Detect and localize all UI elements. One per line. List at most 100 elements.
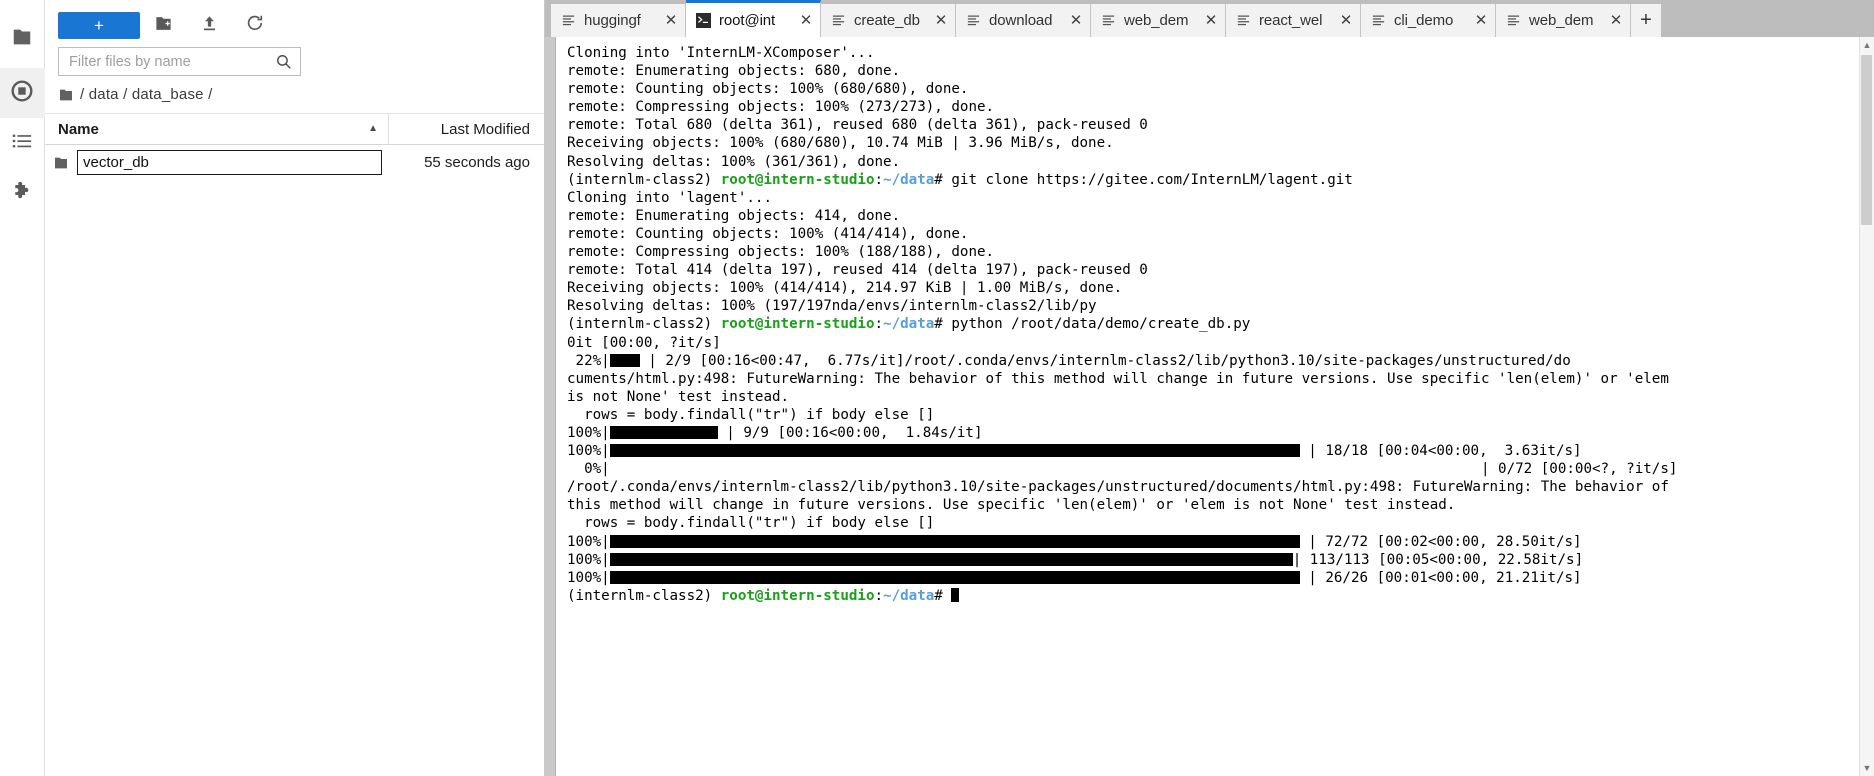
terminal-line-progress: 22%| | 2/9 [00:16<00:47, 6.77s/it]/root/… <box>567 352 1874 370</box>
scroll-up-arrow[interactable]: ▲ <box>1863 37 1872 53</box>
list-item[interactable]: 55 seconds ago <box>45 149 544 176</box>
progress-pipe: | <box>601 424 610 441</box>
close-icon[interactable]: ✕ <box>664 13 678 28</box>
tab-create-db[interactable]: create_db ✕ <box>821 4 956 37</box>
upload-button[interactable] <box>186 12 232 40</box>
sidebar-item-commands[interactable] <box>0 118 45 168</box>
progress-bar-fill <box>609 552 1293 566</box>
sidebar-item-extensions[interactable] <box>0 168 45 218</box>
progress-percent: 0% <box>567 461 602 478</box>
sidebar-item-file-browser[interactable] <box>0 14 45 64</box>
search-input[interactable] <box>69 53 275 70</box>
activity-rail <box>0 0 45 776</box>
tab-cli-demo[interactable]: cli_demo ✕ <box>1361 4 1496 37</box>
progress-suffix: | 72/72 [00:02<00:00, 28.50it/s] <box>1299 533 1582 550</box>
scrollbar-thumb[interactable] <box>1861 55 1872 225</box>
tab-label: create_db <box>854 12 920 29</box>
tab-web-dem[interactable]: web_dem ✕ <box>1091 4 1226 37</box>
progress-percent: 100% <box>567 551 602 568</box>
terminal-line: remote: Total 414 (delta 197), reused 41… <box>567 262 1148 279</box>
prompt-user-host: root@intern-studio <box>720 316 875 333</box>
tab-label: cli_demo <box>1394 12 1454 29</box>
prompt-separator: : <box>874 316 884 333</box>
sort-ascending-icon: ▲ <box>368 123 378 134</box>
tab-label: root@int <box>719 11 776 29</box>
progress-suffix: | 0/72 [00:00<?, ?it/s] <box>609 461 1678 478</box>
progress-pipe: | <box>601 533 610 550</box>
progress-percent: 22% <box>567 352 602 369</box>
close-icon[interactable]: ✕ <box>1339 13 1353 28</box>
terminal-cursor <box>951 587 960 602</box>
close-icon[interactable]: ✕ <box>1069 13 1083 28</box>
terminal-line-progress: 0%| | 0/72 [00:00<?, ?it/s] <box>567 460 1874 478</box>
progress-bar-fill <box>609 570 1300 584</box>
sidebar-item-running-terminals[interactable] <box>0 68 45 118</box>
terminal-line: Receiving objects: 100% (414/414), 214.9… <box>567 280 1123 297</box>
tab-bar: huggingf ✕ root@int ✕ create_db ✕ download ✕ web… <box>545 0 1874 37</box>
tab-web-dem[interactable]: web_dem ✕ <box>1496 4 1631 37</box>
filter-files-box[interactable] <box>58 47 301 76</box>
terminal-line-prompt: (internlm-class2) root@intern-studio:~/d… <box>567 171 1874 189</box>
tab-label: huggingf <box>584 12 641 29</box>
column-header-last-modified[interactable]: Last Modified <box>389 121 544 138</box>
terminal-line: Resolving deltas: 100% (197/197nda/envs/… <box>567 298 1097 315</box>
terminal-line: remote: Total 680 (delta 361), reused 68… <box>567 117 1148 134</box>
terminal-line: remote: Compressing objects: 100% (273/2… <box>567 99 995 116</box>
column-header-name-label: Name <box>58 120 99 138</box>
file-last-modified: 55 seconds ago <box>424 154 530 171</box>
progress-percent: 100% <box>567 569 602 586</box>
terminal-line: remote: Enumerating objects: 414, done. <box>567 207 901 224</box>
prompt-separator: : <box>874 587 884 604</box>
prompt-env: (internlm-class2) <box>567 587 721 604</box>
scroll-down-arrow[interactable]: ▼ <box>1863 760 1872 776</box>
close-icon[interactable]: ✕ <box>1609 13 1623 28</box>
terminal-line-progress: 100%| | 113/113 [00:05<00:00, 22.58it/s] <box>567 551 1874 569</box>
prompt-hash: # <box>934 316 952 333</box>
text-file-icon <box>1236 13 1253 28</box>
close-icon[interactable]: ✕ <box>1474 13 1488 28</box>
prompt-separator: : <box>874 171 884 188</box>
terminal-line: 0it [00:00, ?it/s] <box>567 334 721 351</box>
terminal-line-progress: 100%| | 9/9 [00:16<00:00, 1.84s/it] <box>567 424 1874 442</box>
progress-bar-fill <box>609 353 640 367</box>
tab-react-wel[interactable]: react_wel ✕ <box>1226 4 1361 37</box>
close-icon[interactable]: ✕ <box>934 13 948 28</box>
progress-bar-fill <box>609 444 1300 458</box>
terminal-line: Resolving deltas: 100% (361/361), done. <box>567 153 901 170</box>
terminal-output[interactable]: Cloning into 'InternLM-XComposer'... remo… <box>556 37 1874 776</box>
progress-percent: 100% <box>567 443 602 460</box>
tab-root-int[interactable]: root@int ✕ <box>686 0 821 37</box>
progress-suffix: | 18/18 [00:04<00:00, 3.63it/s] <box>1299 443 1582 460</box>
progress-percent: 100% <box>567 424 602 441</box>
terminal-line-prompt: (internlm-class2) root@intern-studio:~/d… <box>567 587 1874 605</box>
prompt-user-host: root@intern-studio <box>720 171 875 188</box>
refresh-button[interactable] <box>232 12 278 40</box>
close-icon[interactable]: ✕ <box>799 13 813 28</box>
terminal-scrollbar[interactable]: ▲ ▼ <box>1859 37 1874 776</box>
file-name-rename-input[interactable] <box>77 150 382 175</box>
prompt-hash: # <box>934 171 952 188</box>
breadcrumb[interactable]: / data / data_base / <box>45 76 544 114</box>
progress-suffix: | 26/26 [00:01<00:00, 21.21it/s] <box>1299 569 1582 586</box>
new-launcher-button[interactable]: + <box>58 12 140 39</box>
close-icon[interactable]: ✕ <box>1204 13 1218 28</box>
file-list-header: Name ▲ Last Modified <box>45 113 544 145</box>
terminal-line: rows = body.findall("tr") if body else [… <box>567 406 935 423</box>
tab-huggingf[interactable]: huggingf ✕ <box>551 4 686 37</box>
column-header-name[interactable]: Name ▲ <box>45 113 389 145</box>
text-file-icon <box>561 13 578 28</box>
progress-pipe: | <box>601 461 610 478</box>
text-file-icon <box>1506 13 1523 28</box>
progress-percent: 100% <box>567 533 602 550</box>
terminal-line: rows = body.findall("tr") if body else [… <box>567 515 935 532</box>
tab-label: download <box>989 12 1053 29</box>
terminal-line-progress: 100%| | 72/72 [00:02<00:00, 28.50it/s] <box>567 533 1874 551</box>
new-tab-button[interactable]: + <box>1631 4 1661 37</box>
tab-label: web_dem <box>1124 12 1189 29</box>
progress-pipe: | <box>601 551 610 568</box>
progress-suffix: | 2/9 [00:16<00:47, 6.77s/it]/root/.cond… <box>639 352 1571 369</box>
tab-download[interactable]: download ✕ <box>956 4 1091 37</box>
new-folder-button[interactable] <box>140 12 186 40</box>
tab-label: web_dem <box>1529 12 1594 29</box>
progress-pipe: | <box>601 443 610 460</box>
